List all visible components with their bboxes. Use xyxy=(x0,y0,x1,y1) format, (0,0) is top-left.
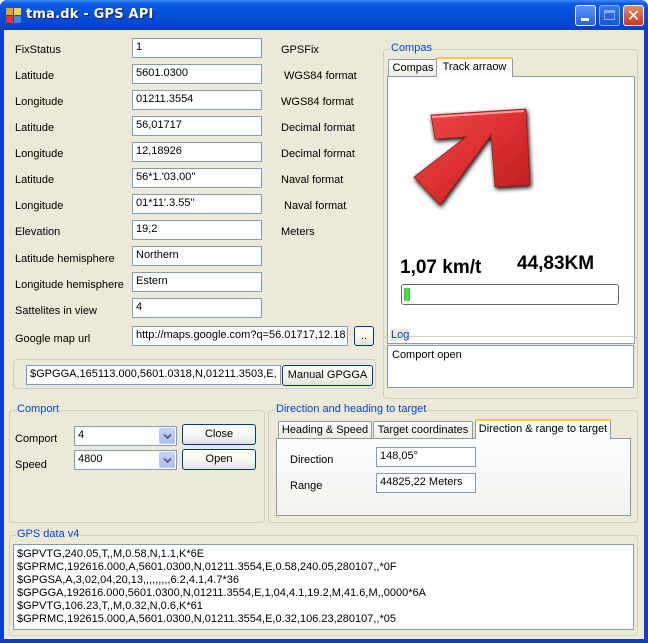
tab-compas[interactable]: Compas xyxy=(388,59,438,77)
field-value-input[interactable]: 01*11'.3.55'' xyxy=(132,194,262,214)
field-value-input[interactable]: 56*1.'03.00'' xyxy=(132,168,262,188)
open-map-button[interactable]: .. xyxy=(354,326,374,346)
distance-progress-bar xyxy=(401,284,619,305)
tab-track-arrow[interactable]: Track arraow xyxy=(436,57,513,77)
minimize-icon xyxy=(581,18,589,21)
comport-label: Comport xyxy=(15,433,58,445)
gps-data-line: $GPVTG,240.05,T,,M,0.58,N,1.1,K*6E xyxy=(17,548,205,560)
field-label: Sattelites in view xyxy=(15,305,97,317)
speed-label: Speed xyxy=(15,459,47,471)
direction-label: Direction xyxy=(290,454,334,466)
field-label: Latitude xyxy=(15,70,55,82)
speed-value: 4800 xyxy=(78,453,103,465)
comport-select[interactable]: 4 xyxy=(74,426,177,446)
manual-group: $GPGGA,165113.000,5601.0318,N,01211.3503… xyxy=(13,359,376,389)
log-group: Log Comport open xyxy=(383,329,638,399)
field-label: Elevation xyxy=(15,226,61,238)
field-label: Longitude xyxy=(15,200,64,212)
direction-field[interactable]: 148,05° xyxy=(376,447,476,467)
field-unit-label: GPSFix xyxy=(281,44,319,56)
close-port-button[interactable]: Close xyxy=(182,424,256,445)
direction-group: Direction and heading to target Heading … xyxy=(268,403,638,523)
field-value-input[interactable]: 5601.0300 xyxy=(132,64,262,84)
speed-select[interactable]: 4800 xyxy=(74,450,177,470)
field-value-input[interactable]: 1 xyxy=(132,38,262,58)
manual-gpgga-input[interactable]: $GPGGA,165113.000,5601.0318,N,01211.3503… xyxy=(26,365,281,385)
app-icon[interactable] xyxy=(6,8,21,23)
tab-heading-speed[interactable]: Heading & Speed xyxy=(278,421,372,439)
field-label: Longitude xyxy=(15,148,64,160)
range-label: Range xyxy=(290,480,323,492)
close-button[interactable]: ✕ xyxy=(623,5,644,26)
window-title: tma.dk - GPS API xyxy=(26,7,154,22)
field-value-input[interactable]: Estern xyxy=(132,272,262,292)
chevron-down-icon xyxy=(163,457,172,464)
comport-value: 4 xyxy=(78,429,85,441)
comport-group: Comport Comport 4 Speed 4800 Close Open xyxy=(9,403,265,523)
comport-group-title: Comport xyxy=(16,403,61,415)
maximize-button xyxy=(599,5,620,26)
manual-gpgga-button[interactable]: Manual GPGGA xyxy=(282,365,373,386)
field-value-input[interactable]: 19,2 xyxy=(132,220,262,240)
field-value-input[interactable]: Northern xyxy=(132,246,262,266)
gps-data-line: $GPGGA,192616.000,5601.0300,N,01211.3554… xyxy=(17,587,426,599)
field-value-input[interactable]: 12,18926 xyxy=(132,142,262,162)
field-value-input[interactable]: 56,01717 xyxy=(132,116,262,136)
range-field[interactable]: 44825,22 Meters xyxy=(376,473,476,493)
gps-data-group-title: GPS data v4 xyxy=(16,528,81,540)
field-label: Longitude hemisphere xyxy=(15,279,124,291)
direction-group-title: Direction and heading to target xyxy=(275,403,428,415)
maximize-icon xyxy=(604,10,615,20)
field-label: Latitude xyxy=(15,174,55,186)
log-textarea[interactable]: Comport open xyxy=(387,345,634,388)
field-unit-label: WGS84 format xyxy=(281,96,354,108)
field-value-input[interactable]: 4 xyxy=(132,298,262,318)
field-unit-label: Decimal format xyxy=(281,148,355,160)
track-arrow-icon xyxy=(413,108,531,206)
close-icon: ✕ xyxy=(626,6,641,25)
field-label: Google map url xyxy=(15,333,91,345)
field-unit-label: Decimal format xyxy=(281,122,355,134)
field-unit-label: WGS84 format xyxy=(284,70,357,82)
field-unit-label: Naval format xyxy=(281,174,344,186)
chevron-down-icon xyxy=(163,433,172,440)
open-port-button[interactable]: Open xyxy=(182,449,256,470)
field-label: FixStatus xyxy=(15,44,61,56)
field-unit-label: Naval format xyxy=(284,200,347,212)
track-arrow-panel: 1,07 km/t 44,83KM xyxy=(387,76,635,344)
tab-direction-range[interactable]: Direction & range to target xyxy=(475,419,611,439)
gps-data-line: $GPGSA,A,3,02,04,20,13,,,,,,,,,6.2,4.1,4… xyxy=(17,574,239,586)
tab-target-coordinates[interactable]: Target coordinates xyxy=(373,421,473,439)
client-area: FixStatus 1 GPSFix Latitude 5601.0300 WGS84 f… xyxy=(4,30,644,639)
minimize-button[interactable] xyxy=(575,5,596,26)
field-value-input[interactable]: 01211.3554 xyxy=(132,90,262,110)
log-group-title: Log xyxy=(390,329,411,341)
speed-dropdown-button[interactable] xyxy=(159,452,175,468)
field-unit-label: Meters xyxy=(281,226,315,238)
gps-data-textarea[interactable]: $GPVTG,240.05,T,,M,0.58,N,1.1,K*6E $GPRMC… xyxy=(13,544,634,630)
compas-group-title: Compas xyxy=(390,42,433,54)
progress-fill xyxy=(404,288,410,301)
gps-data-line: $GPVTG,106.23,T,,M,0.32,N,0.6,K*61 xyxy=(17,600,203,612)
gps-data-line: $GPRMC,192616.000,A,5601.0300,N,01211.35… xyxy=(17,561,397,573)
distance-readout: 44,83KM xyxy=(517,253,595,274)
title-bar[interactable]: tma.dk - GPS API ✕ xyxy=(0,0,648,30)
field-label: Longitude xyxy=(15,96,64,108)
gps-data-group: GPS data v4 $GPVTG,240.05,T,,M,0.58,N,1.… xyxy=(9,528,638,636)
app-window: tma.dk - GPS API ✕ FixStatus 1 GPSFix Latit… xyxy=(0,0,648,643)
direction-range-panel: Direction 148,05° Range 44825,22 Meters xyxy=(276,438,631,516)
field-label: Latitude hemisphere xyxy=(15,253,115,265)
field-label: Latitude xyxy=(15,122,55,134)
speed-readout: 1,07 km/t xyxy=(400,257,482,278)
comport-dropdown-button[interactable] xyxy=(159,428,175,444)
gps-data-line: $GPRMC,192615.000,A,5601.0300,N,01211.35… xyxy=(17,613,396,625)
log-line: Comport open xyxy=(392,349,462,361)
field-value-input[interactable]: http://maps.google.com?q=56.01717,12.18 xyxy=(132,326,348,346)
compas-group: Compas Compas Track arraow 1,07 km/t 44,… xyxy=(383,42,638,349)
